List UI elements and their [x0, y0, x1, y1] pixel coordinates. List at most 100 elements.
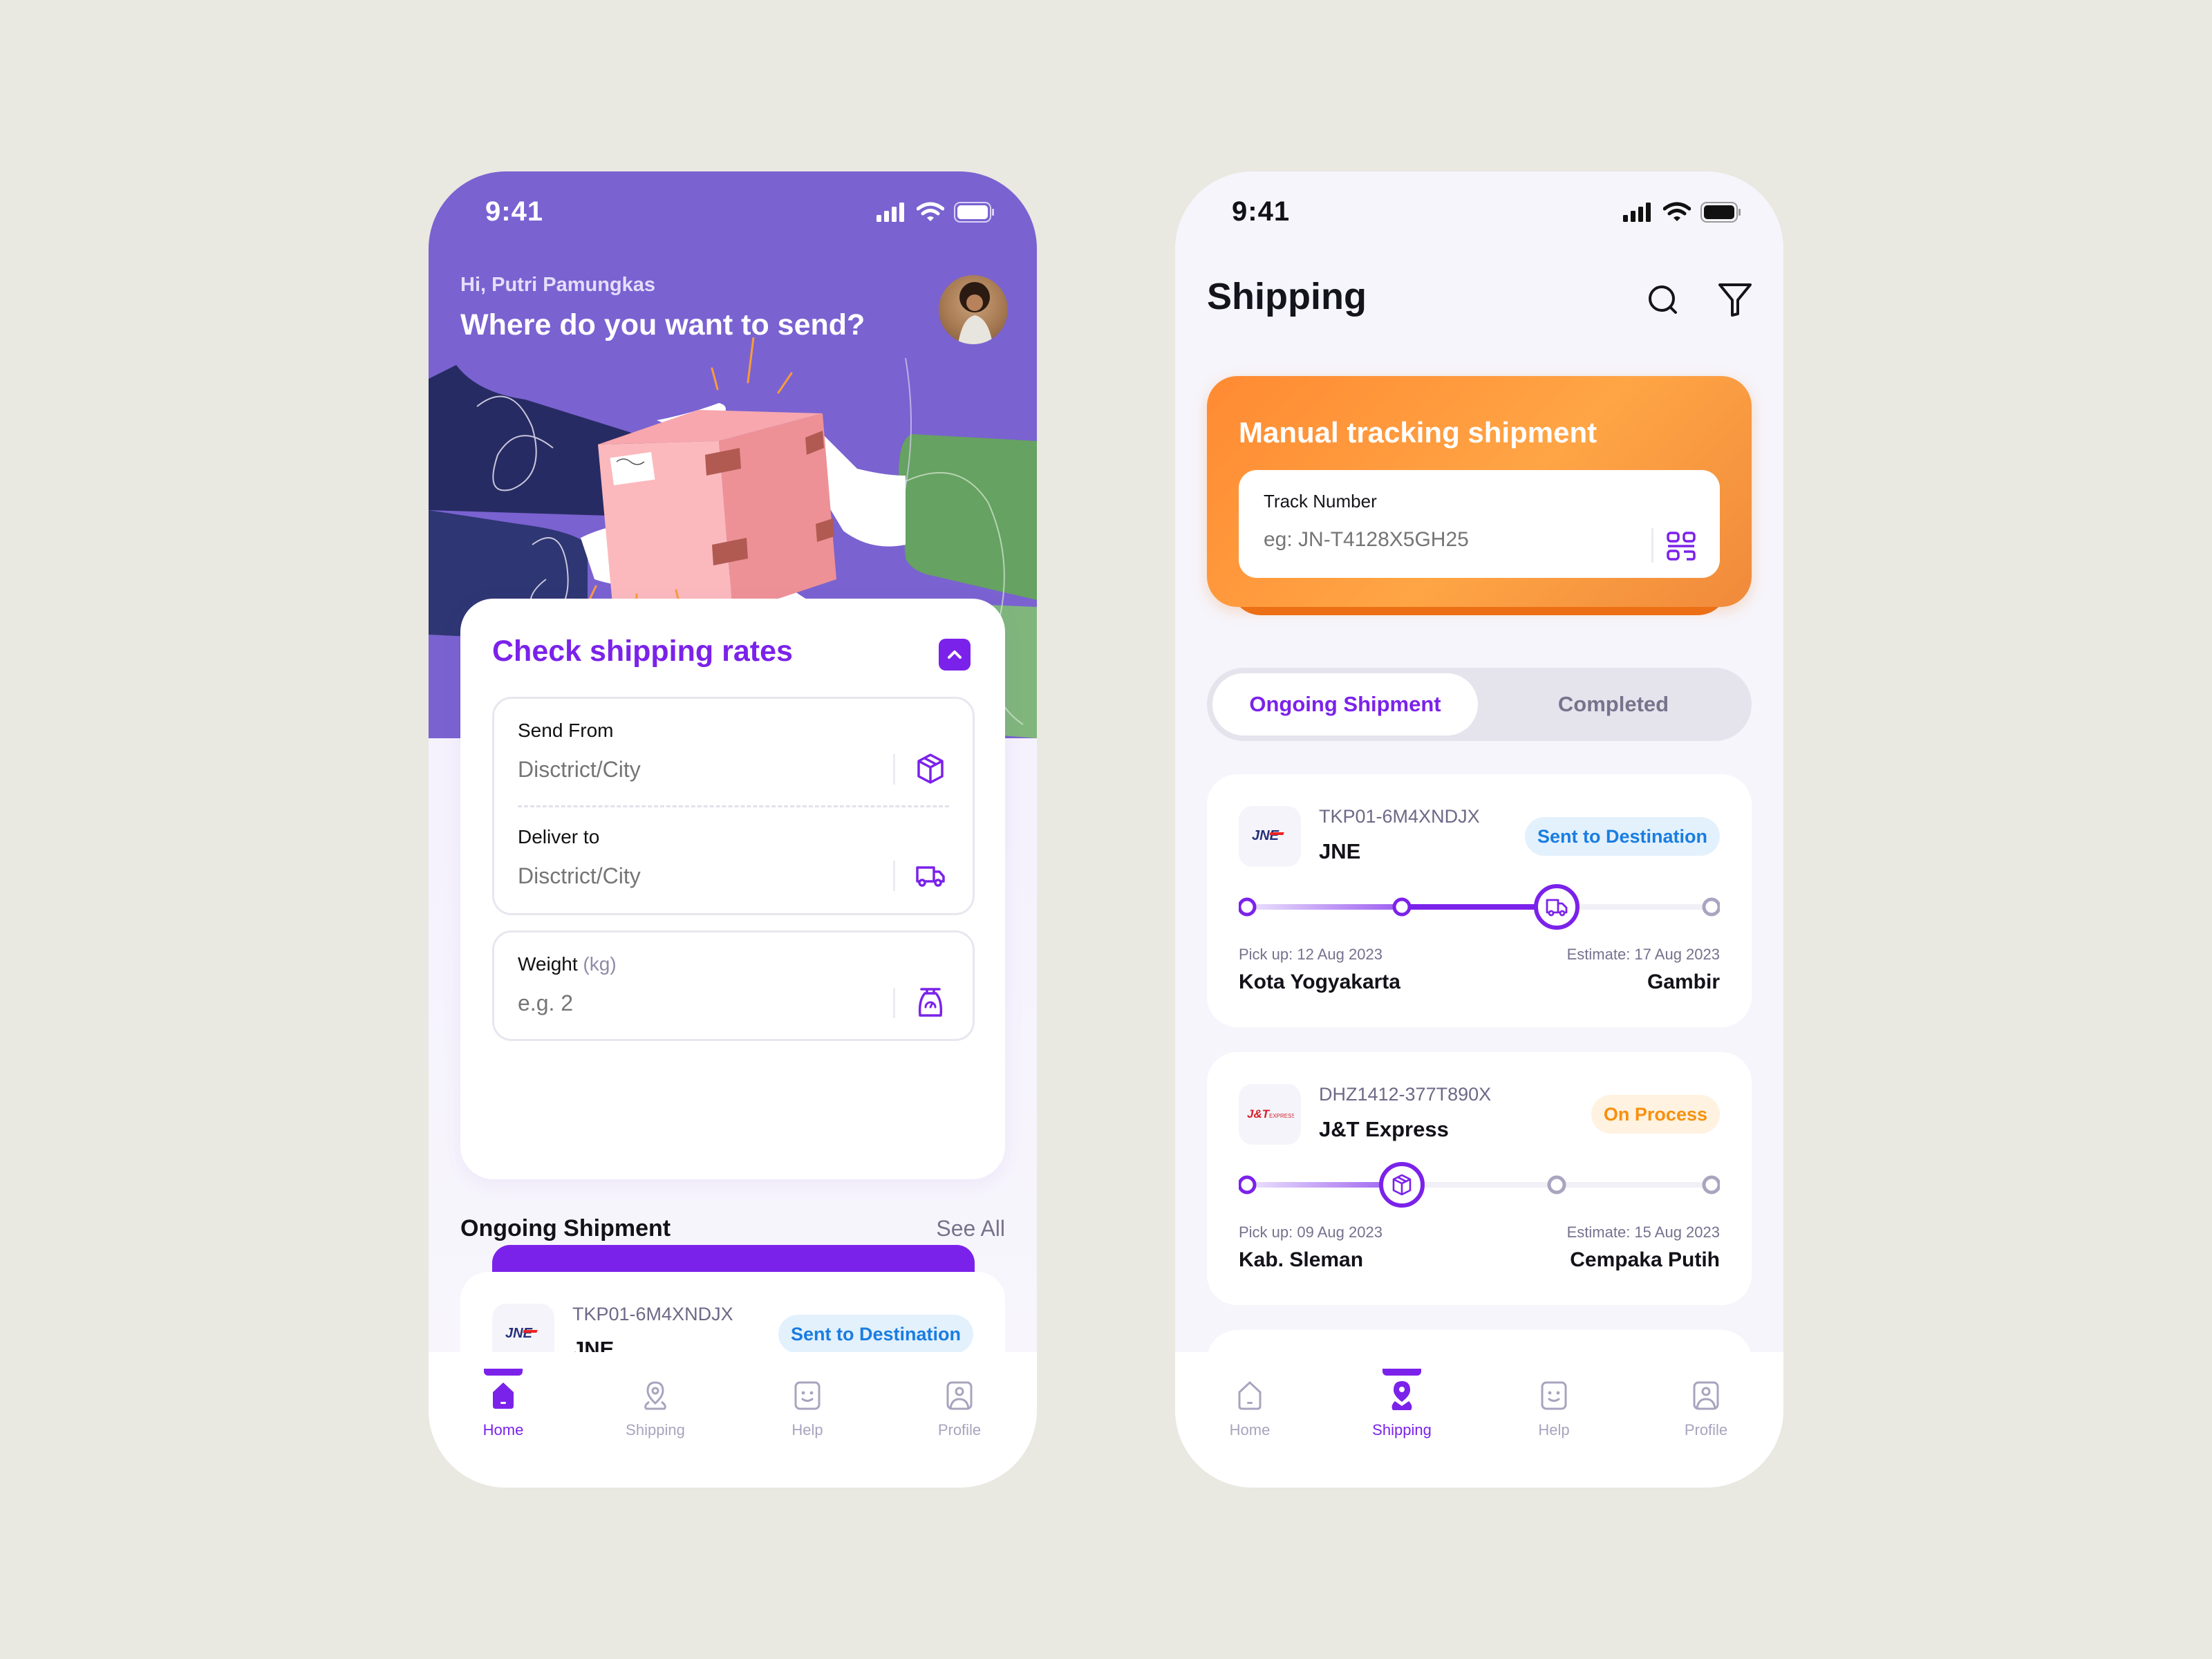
- truck-icon[interactable]: [913, 858, 948, 892]
- segment-completed[interactable]: Completed: [1481, 673, 1746, 735]
- chevron-up-icon: [948, 650, 962, 659]
- status-badge: Sent to Destination: [778, 1315, 973, 1353]
- profile-icon: [946, 1381, 973, 1410]
- awb-number: TKP01-6M4XNDJX: [572, 1304, 733, 1324]
- weight-input[interactable]: [518, 991, 877, 1016]
- battery-icon: [1700, 202, 1741, 223]
- divider: [1651, 528, 1653, 563]
- jne-logo-icon: JNE: [505, 1326, 538, 1341]
- status-time: 9:41: [1232, 196, 1291, 227]
- tab-label: Shipping: [626, 1421, 685, 1438]
- svg-text:EXPRESS: EXPRESS: [1269, 1113, 1294, 1119]
- tab-home[interactable]: Home: [1208, 1378, 1291, 1439]
- progress-step-done: [1239, 897, 1257, 917]
- see-all-link[interactable]: See All: [936, 1216, 1005, 1241]
- tab-home[interactable]: Home: [462, 1369, 545, 1439]
- tab-label: Help: [1538, 1421, 1570, 1438]
- track-number-input[interactable]: [1264, 528, 1623, 552]
- pickup-date: Pick up: 12 Aug 2023: [1239, 946, 1382, 963]
- tab-shipping[interactable]: Shipping: [1360, 1369, 1443, 1439]
- scale-icon[interactable]: [913, 985, 948, 1020]
- destination-city: Gambir: [1647, 971, 1720, 993]
- segment-ongoing[interactable]: Ongoing Shipment: [1212, 673, 1478, 735]
- deliver-to-input[interactable]: [518, 863, 877, 889]
- smile-face-icon: [1541, 1381, 1567, 1410]
- active-tab-indicator: [484, 1369, 523, 1376]
- avatar[interactable]: [939, 275, 1008, 344]
- home-icon: [493, 1382, 514, 1409]
- svg-text:JNE: JNE: [505, 1326, 533, 1341]
- home-screen: 9:41 Hi, Putri Pamungkas Where do you wa…: [429, 171, 1037, 1488]
- search-icon[interactable]: [1642, 279, 1684, 321]
- svg-text:J&T: J&T: [1247, 1107, 1271, 1121]
- tab-label: Profile: [1684, 1421, 1728, 1438]
- cellular-signal-icon: [1623, 203, 1651, 222]
- shipment-card[interactable]: J&T EXPRESS DHZ1412-377T890X J&T Express …: [1207, 1052, 1752, 1305]
- shipment-card[interactable]: JNE TKP01-6M4XNDJX JNE Sent to Destinati…: [1207, 774, 1752, 1027]
- headline-text: Where do you want to send?: [460, 308, 865, 341]
- send-from-label: Send From: [518, 720, 614, 741]
- awb-number: TKP01-6M4XNDJX: [1319, 806, 1480, 827]
- tab-help[interactable]: Help: [766, 1378, 849, 1439]
- tab-profile[interactable]: Profile: [918, 1378, 1001, 1439]
- tab-label: Home: [482, 1421, 524, 1438]
- tab-label: Home: [1229, 1421, 1271, 1438]
- deliver-to-field[interactable]: Deliver to: [494, 805, 973, 912]
- shipping-screen: 9:41 Shipping Manual tracking shipment T…: [1175, 171, 1783, 1488]
- shipment-segmented-control: Ongoing Shipment Completed: [1207, 668, 1752, 741]
- location-pin-icon: [644, 1381, 666, 1410]
- progress-step-pending: [1702, 1175, 1720, 1194]
- qr-scan-icon[interactable]: [1666, 531, 1696, 561]
- weight-unit: (kg): [583, 953, 617, 975]
- wifi-icon: [1663, 202, 1691, 221]
- manual-tracking-title: Manual tracking shipment: [1239, 416, 1597, 449]
- progress-step-done: [1239, 1175, 1257, 1194]
- wifi-icon: [917, 202, 944, 221]
- status-bar: 9:41: [1175, 171, 1783, 254]
- jne-logo-icon: JNE: [1252, 828, 1284, 843]
- status-time: 9:41: [485, 196, 544, 227]
- filter-icon[interactable]: [1714, 279, 1756, 321]
- bottom-tab-bar: Home Shipping Help Profile: [429, 1352, 1037, 1488]
- progress-fill: [1247, 904, 1402, 910]
- box-icon[interactable]: [913, 751, 948, 786]
- track-number-field[interactable]: Track Number: [1239, 470, 1720, 578]
- origin-city: Kab. Sleman: [1239, 1248, 1364, 1271]
- bottom-tab-bar: Home Shipping Help Profile: [1175, 1352, 1783, 1488]
- status-badge: Sent to Destination: [1524, 817, 1720, 856]
- progress-fill: [1247, 1182, 1402, 1188]
- weight-label: Weight (kg): [518, 953, 617, 975]
- send-from-field[interactable]: Send From: [494, 699, 973, 805]
- estimate-date: Estimate: 17 Aug 2023: [1566, 946, 1720, 963]
- awb-number: DHZ1412-377T890X: [1319, 1084, 1492, 1105]
- check-rates-card: Check shipping rates Send From Deliver t…: [460, 599, 1005, 1320]
- tab-profile[interactable]: Profile: [1665, 1378, 1747, 1439]
- tab-help[interactable]: Help: [1512, 1378, 1595, 1439]
- pickup-date: Pick up: 09 Aug 2023: [1239, 1224, 1382, 1241]
- progress-step-pending: [1547, 1175, 1566, 1194]
- divider: [893, 861, 895, 891]
- origin-city: Kota Yogyakarta: [1239, 971, 1400, 993]
- weight-field[interactable]: Weight (kg): [494, 932, 973, 1039]
- collapse-button[interactable]: [939, 639, 971, 671]
- courier-logo: J&T EXPRESS: [1239, 1084, 1301, 1145]
- shipment-progress-track: [1239, 884, 1720, 930]
- progress-current-step: [1534, 884, 1580, 930]
- section-title: Ongoing Shipment: [460, 1215, 671, 1241]
- battery-icon: [954, 202, 994, 223]
- estimate-date: Estimate: 15 Aug 2023: [1566, 1224, 1720, 1241]
- route-fields: Send From Deliver to: [492, 697, 975, 915]
- ongoing-section-header: Ongoing Shipment See All: [460, 1215, 1005, 1242]
- status-badge: On Process: [1591, 1095, 1720, 1134]
- svg-text:JNE: JNE: [1252, 828, 1280, 843]
- shipment-progress-track: [1239, 1162, 1720, 1208]
- send-from-input[interactable]: [518, 757, 877, 782]
- divider: [893, 988, 895, 1018]
- track-number-label: Track Number: [1264, 491, 1377, 512]
- avatar-photo-icon: [958, 282, 993, 344]
- smile-face-icon: [794, 1381, 821, 1410]
- courier-name: J&T Express: [1319, 1117, 1449, 1141]
- tab-shipping[interactable]: Shipping: [614, 1378, 697, 1439]
- profile-icon: [1693, 1381, 1719, 1410]
- jnt-logo-icon: J&T EXPRESS: [1247, 1107, 1294, 1121]
